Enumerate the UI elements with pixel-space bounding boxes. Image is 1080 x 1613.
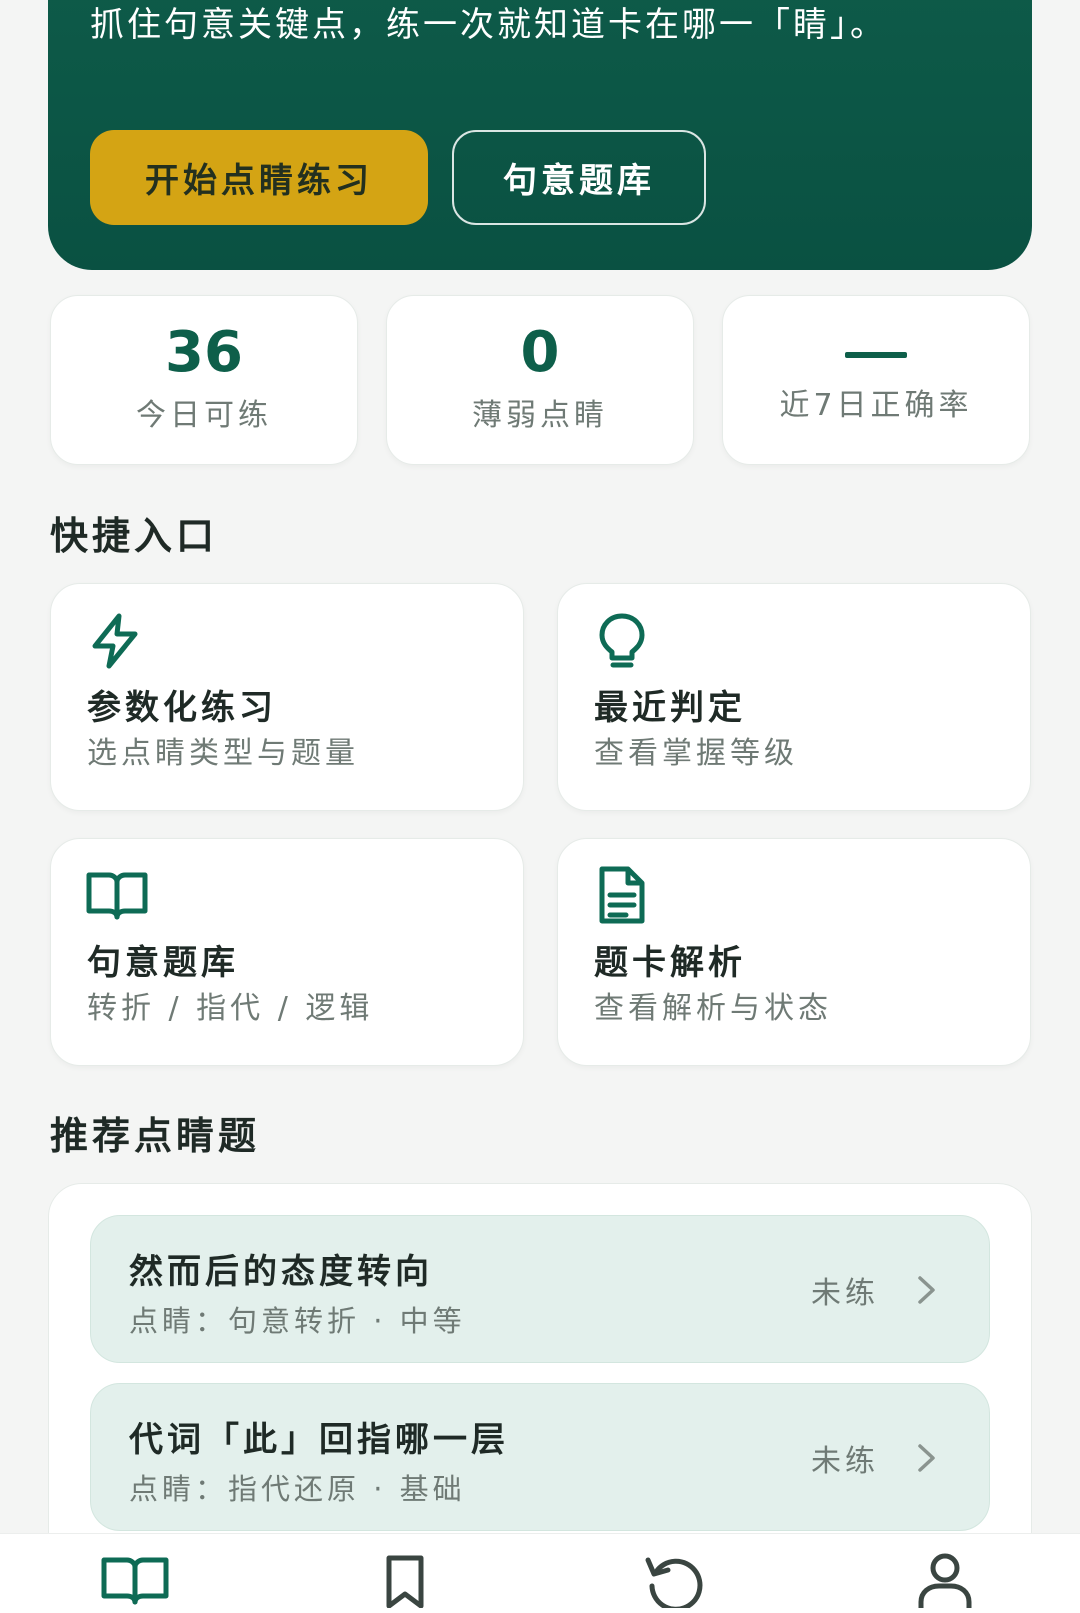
nav-item-profile[interactable]: [905, 1552, 985, 1613]
stat-label: 今日可练: [136, 398, 272, 433]
quick-card-subtitle: 查看解析与状态: [594, 991, 832, 1026]
stat-value: 0: [520, 320, 560, 385]
book-icon: [95, 1552, 175, 1608]
lightning-icon: [85, 610, 145, 670]
quick-card-recent-judgement[interactable]: 最近判定 查看掌握等级: [557, 583, 1031, 811]
stat-card-accuracy: 近7日正确率: [722, 295, 1030, 465]
recommend-item-status: 未练: [811, 1276, 879, 1311]
recommend-title: 推荐点睛题: [50, 1114, 261, 1158]
quick-card-subtitle: 选点睛类型与题量: [87, 736, 359, 771]
nav-item-bookmarks[interactable]: [365, 1552, 445, 1613]
hero-text: 抓住句意关键点，练一次就知道卡在哪一「睛」。: [90, 5, 887, 45]
home-screen: 抓住句意关键点，练一次就知道卡在哪一「睛」。 开始点睛练习 句意题库 36 今日…: [0, 0, 1080, 1613]
start-practice-button[interactable]: 开始点睛练习: [90, 130, 428, 225]
recommend-item[interactable]: 然而后的态度转向 点睛：句意转折 · 中等 未练: [90, 1215, 990, 1363]
stat-value: 36: [165, 320, 243, 385]
nav-item-history[interactable]: [635, 1552, 715, 1613]
quick-card-title: 句意题库: [87, 943, 239, 983]
user-icon: [905, 1552, 985, 1608]
recommend-item-meta: 点睛：指代还原 · 基础: [129, 1472, 466, 1506]
stat-label: 近7日正确率: [779, 388, 973, 423]
recommend-item[interactable]: 代词「此」回指哪一层 点睛：指代还原 · 基础 未练: [90, 1383, 990, 1531]
stat-card-weak: 0 薄弱点睛: [386, 295, 694, 465]
history-icon: [635, 1552, 715, 1608]
quick-entry-title: 快捷入口: [50, 514, 219, 558]
quick-card-title: 题卡解析: [594, 943, 746, 983]
quick-card-subtitle: 查看掌握等级: [594, 736, 798, 771]
stat-card-today: 36 今日可练: [50, 295, 358, 465]
question-bank-button[interactable]: 句意题库: [452, 130, 706, 225]
bottom-nav: [0, 1533, 1080, 1613]
document-icon: [592, 865, 652, 925]
recommend-item-meta: 点睛：句意转折 · 中等: [129, 1304, 466, 1338]
recommend-item-status: 未练: [811, 1444, 879, 1479]
quick-card-question-bank[interactable]: 句意题库 转折 / 指代 / 逻辑: [50, 838, 524, 1066]
bookmark-icon: [365, 1552, 445, 1608]
book-icon: [85, 865, 148, 925]
nav-item-home[interactable]: [95, 1552, 175, 1613]
quick-card-title: 最近判定: [594, 688, 746, 728]
stat-value-dash: [845, 352, 907, 358]
recommend-item-title: 然而后的态度转向: [129, 1252, 433, 1292]
chevron-right-icon: [915, 1438, 939, 1478]
quick-card-param-practice[interactable]: 参数化练习 选点睛类型与题量: [50, 583, 524, 811]
recommend-item-title: 代词「此」回指哪一层: [129, 1420, 509, 1460]
quick-card-title: 参数化练习: [87, 688, 277, 728]
quick-card-card-analysis[interactable]: 题卡解析 查看解析与状态: [557, 838, 1031, 1066]
quick-card-subtitle: 转折 / 指代 / 逻辑: [87, 991, 374, 1026]
stat-label: 薄弱点睛: [472, 398, 608, 433]
lightbulb-icon: [592, 610, 652, 670]
chevron-right-icon: [915, 1270, 939, 1310]
